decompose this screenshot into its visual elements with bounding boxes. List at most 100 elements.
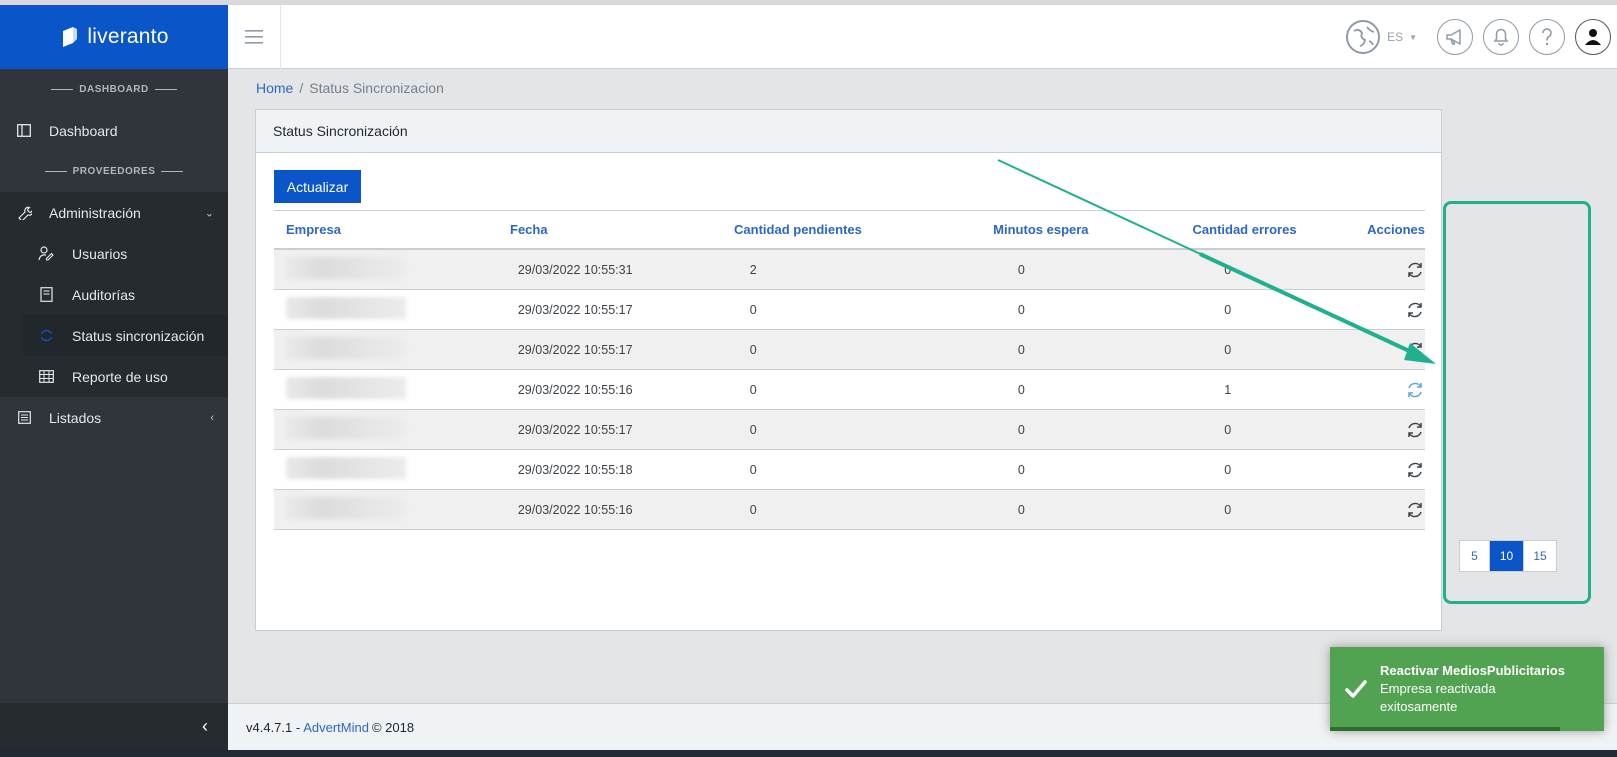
cell-minutos: 0 [1017, 342, 1025, 357]
cell-errores: 0 [1224, 342, 1232, 357]
refresh-icon[interactable] [1405, 380, 1425, 400]
brand-name: liveranto [87, 25, 169, 48]
cell-errores: 0 [1224, 262, 1232, 277]
toast-progress-bar [1330, 727, 1560, 731]
sidebar: DASHBOARD Dashboard PROVEEDORES Administ… [0, 69, 228, 703]
col-fecha[interactable]: Fecha [510, 222, 734, 237]
cell-acciones [1405, 260, 1425, 280]
sidebar-item-label: Reporte de uso [72, 368, 168, 385]
cell-fecha: 29/03/2022 10:55:16 [517, 382, 633, 397]
cell-empresa [274, 457, 518, 482]
sidebar-item-listados[interactable]: Listados ‹ [0, 397, 228, 438]
table-row: 29/03/2022 10:55:17 0 0 0 [274, 330, 1425, 370]
cell-minutos: 0 [1017, 382, 1025, 397]
sidebar-item-label: Status sincronización [72, 327, 205, 344]
col-minutos-espera[interactable]: Minutos espera [993, 222, 1192, 237]
sidebar-item-label: Listados [49, 409, 102, 426]
cell-acciones [1405, 420, 1425, 440]
refresh-icon[interactable] [1405, 500, 1425, 520]
grid-icon [38, 369, 54, 385]
col-acciones: Acciones [1367, 222, 1425, 237]
sidebar-item-reporte-de-uso[interactable]: Reporte de uso [0, 356, 228, 397]
notifications-button[interactable] [1483, 19, 1519, 55]
sidebar-item-status-sincronizacion[interactable]: Status sincronización [23, 315, 228, 356]
cell-pendientes: 0 [749, 502, 757, 517]
refresh-icon[interactable] [1405, 460, 1425, 480]
breadcrumb-separator: / [299, 80, 304, 96]
sidebar-item-auditorias[interactable]: Auditorías [0, 274, 228, 315]
sidebar-item-administracion[interactable]: Administración ⌄ [0, 192, 228, 233]
refresh-icon[interactable] [1405, 300, 1425, 320]
table-row: 29/03/2022 10:55:31 2 0 0 [274, 250, 1425, 290]
language-selector[interactable]: ES ▼ [1345, 19, 1417, 55]
hamburger-icon [245, 30, 263, 44]
cell-empresa [274, 257, 518, 282]
brand-logo[interactable]: liveranto [0, 5, 228, 69]
toast-content: Reactivar MediosPublicitarios Empresa re… [1380, 663, 1565, 716]
toast-title: Reactivar MediosPublicitarios [1380, 662, 1565, 678]
cell-fecha: 29/03/2022 10:55:31 [517, 262, 633, 277]
help-icon [1542, 28, 1552, 46]
cell-errores: 0 [1224, 502, 1232, 517]
footer-copyright: © 2018 [371, 719, 415, 735]
header-actions: ES ▼ [1345, 5, 1617, 69]
help-button[interactable] [1529, 19, 1565, 55]
cell-minutos: 0 [1017, 462, 1025, 477]
user-avatar-button[interactable] [1575, 19, 1611, 55]
announcements-button[interactable] [1437, 19, 1473, 55]
cell-empresa [274, 337, 518, 362]
table-row: 29/03/2022 10:55:17 0 0 0 [274, 410, 1425, 450]
cell-errores: 0 [1224, 462, 1232, 477]
success-toast[interactable]: Reactivar MediosPublicitarios Empresa re… [1330, 647, 1604, 731]
sidebar-item-label: Auditorías [72, 286, 136, 303]
blurred-company-name [286, 457, 406, 479]
sidebar-section-dashboard: DASHBOARD [0, 69, 228, 110]
hamburger-menu-button[interactable] [228, 5, 281, 69]
footer-version: v4.4.7.1 - [246, 719, 301, 735]
globe-icon [1346, 20, 1381, 54]
sidebar-group-administracion: Administración ⌄ Usuarios Auditorías Sta… [0, 192, 228, 397]
user-edit-icon [38, 246, 54, 262]
blurred-company-name [286, 337, 406, 359]
breadcrumb-current: Status Sincronizacion [309, 80, 444, 96]
sidebar-item-label: Dashboard [49, 122, 118, 139]
cell-fecha: 29/03/2022 10:55:17 [517, 302, 633, 317]
list-icon [16, 410, 32, 426]
cell-pendientes: 0 [749, 302, 757, 317]
layout-icon [16, 123, 32, 139]
cell-errores: 0 [1224, 422, 1232, 437]
table-row: 29/03/2022 10:55:18 0 0 0 [274, 450, 1425, 490]
cell-minutos: 0 [1017, 262, 1025, 277]
chevron-left-icon: ‹ [210, 411, 214, 424]
refresh-icon[interactable] [1405, 340, 1425, 360]
col-empresa[interactable]: Empresa [274, 222, 510, 237]
bell-icon [1493, 28, 1509, 46]
annotation-highlight-box [1443, 201, 1591, 604]
sidebar-item-label: Usuarios [72, 245, 128, 262]
refresh-icon[interactable] [1405, 420, 1425, 440]
blurred-company-name [286, 257, 406, 279]
table-row: 29/03/2022 10:55:16 0 0 0 [274, 490, 1425, 530]
breadcrumb-home-link[interactable]: Home [256, 80, 293, 96]
cell-fecha: 29/03/2022 10:55:18 [517, 462, 633, 477]
col-cantidad-errores[interactable]: Cantidad errores [1193, 222, 1299, 237]
user-icon [1585, 29, 1601, 45]
cell-fecha: 29/03/2022 10:55:17 [517, 342, 633, 357]
update-button[interactable]: Actualizar [274, 170, 361, 203]
cell-pendientes: 0 [749, 462, 757, 477]
cell-empresa [274, 417, 518, 442]
sidebar-minimize-button[interactable]: ‹ [0, 703, 228, 750]
cell-acciones [1405, 500, 1425, 520]
footer-company-link[interactable]: AdvertMind [303, 720, 369, 735]
sidebar-item-usuarios[interactable]: Usuarios [0, 233, 228, 274]
toast-message: Empresa reactivada exitosamente [1380, 680, 1496, 714]
top-header: ES ▼ [228, 5, 1617, 69]
col-cantidad-pendientes[interactable]: Cantidad pendientes [734, 222, 993, 237]
cell-fecha: 29/03/2022 10:55:17 [517, 422, 633, 437]
refresh-icon [38, 328, 54, 344]
sidebar-item-dashboard[interactable]: Dashboard [0, 110, 228, 151]
wrench-icon [16, 205, 32, 221]
cell-empresa [274, 297, 518, 322]
chevron-down-icon: ⌄ [204, 207, 214, 219]
refresh-icon[interactable] [1405, 260, 1425, 280]
